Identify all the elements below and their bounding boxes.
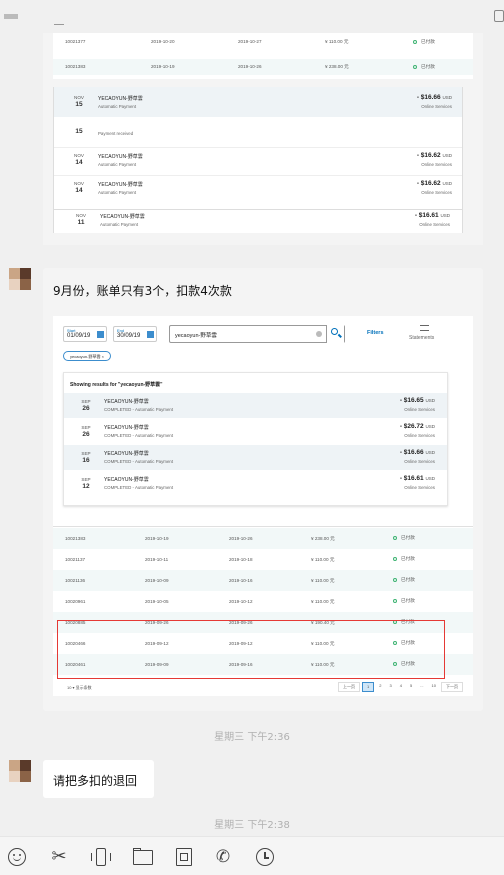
result-row[interactable]: SEP 26 YECAOYUN-野草雲 COMPLETED - Automati… bbox=[64, 419, 447, 444]
result-row[interactable]: SEP 12 YECAOYUN-野草雲 COMPLETED - Automati… bbox=[64, 471, 447, 496]
search-icon[interactable] bbox=[326, 325, 344, 343]
page-button[interactable]: 4 bbox=[397, 682, 405, 692]
message-text: 9月份，账单只有3个，扣款4次款 bbox=[53, 284, 232, 298]
input-toolbar bbox=[0, 836, 504, 875]
message-timestamp: 星期三 下午2:36 bbox=[214, 732, 290, 743]
top-table: 10021377 2019-10-20 2019-10-27 ¥ 110.00 … bbox=[53, 33, 473, 79]
transaction-row: NOV 14 YECAOYUN-野草雲 Automatic Payment - … bbox=[54, 147, 462, 173]
per-page-select[interactable]: 10 ▾ 显示条数 bbox=[67, 685, 92, 691]
message-bubble[interactable]: 9月份，账单只有3个，扣款4次款 Start 01/09/19 End 30/0… bbox=[43, 268, 483, 711]
end-date-field[interactable]: End 30/09/19 bbox=[113, 326, 157, 342]
top-image-message[interactable]: 10021377 2019-10-20 2019-10-27 ¥ 110.00 … bbox=[43, 33, 483, 245]
result-row[interactable]: SEP 26 YECAOYUN-野草雲 COMPLETED - Automati… bbox=[64, 393, 447, 418]
message-timestamp: 星期三 下午2:38 bbox=[214, 820, 290, 831]
table-row: 10021383 2019-10-19 2019-10-26 ¥ 238.00 … bbox=[53, 59, 473, 75]
page-button[interactable]: 3 bbox=[387, 682, 395, 692]
transaction-row: NOV 15 YECAOYUN-野草雲 Automatic Payment - … bbox=[54, 87, 462, 117]
results-title: Showing results for "yecaoyun-野草雲" bbox=[70, 382, 163, 388]
clear-icon[interactable] bbox=[316, 331, 322, 337]
pagination: 上一页 1 2 3 4 5 ... 10 下一页 bbox=[338, 682, 463, 692]
prev-page-button[interactable]: 上一页 bbox=[338, 682, 361, 692]
results-panel: Showing results for "yecaoyun-野草雲" SEP 2… bbox=[63, 372, 448, 506]
calendar-icon[interactable] bbox=[147, 331, 154, 338]
transaction-row: NOV 11 YECAOYUN-野草雲 Automatic Payment - … bbox=[54, 209, 462, 233]
statements-link[interactable]: Statements bbox=[409, 335, 434, 341]
message-text: 请把多扣的退回 bbox=[53, 774, 138, 788]
clock-icon[interactable] bbox=[254, 846, 276, 868]
document-icon[interactable] bbox=[173, 846, 195, 868]
top-avatar-fragment bbox=[4, 14, 18, 19]
page-button[interactable]: 10 bbox=[429, 682, 439, 692]
top-activity-list: NOV 15 YECAOYUN-野草雲 Automatic Payment - … bbox=[53, 87, 463, 233]
statements-icon[interactable] bbox=[420, 325, 429, 331]
search-input[interactable]: yecaoyun-野草雲 bbox=[169, 325, 345, 343]
table-row: 10021136 2019-10-09 2019-10-16 ¥ 110.00 元已付… bbox=[53, 570, 473, 591]
scissors-icon[interactable]: ✂ bbox=[48, 846, 70, 868]
page-ellipsis: ... bbox=[420, 683, 424, 688]
transaction-row: NOV 14 YECAOYUN-野草雲 Automatic Payment - … bbox=[54, 175, 462, 201]
filter-chip[interactable]: yecaoyun-野草雲 × bbox=[63, 351, 111, 361]
folder-icon[interactable] bbox=[132, 846, 154, 868]
embedded-screenshot[interactable]: Start 01/09/19 End 30/09/19 yecaoyun-野草雲… bbox=[53, 316, 473, 696]
page-button[interactable]: 1 bbox=[362, 682, 375, 692]
table-row: 10021377 2019-10-20 2019-10-27 ¥ 110.00 … bbox=[53, 39, 473, 53]
highlight-box bbox=[57, 620, 445, 679]
top-dash bbox=[54, 24, 64, 25]
next-page-button[interactable]: 下一页 bbox=[441, 682, 463, 692]
transaction-row: 15 Payment received bbox=[75, 128, 134, 136]
top-right-icon[interactable] bbox=[494, 10, 504, 22]
result-row[interactable]: SEP 16 YECAOYUN-野草雲 COMPLETED - Automati… bbox=[64, 445, 447, 470]
emoji-icon[interactable] bbox=[6, 846, 28, 868]
avatar[interactable] bbox=[9, 268, 31, 290]
bills-divider bbox=[53, 526, 473, 527]
table-row: 10020961 2019-10-05 2019-10-12 ¥ 110.00 元已付… bbox=[65, 598, 415, 604]
phone-shake-icon[interactable] bbox=[90, 846, 112, 868]
avatar[interactable] bbox=[9, 760, 31, 782]
start-date-field[interactable]: Start 01/09/19 bbox=[63, 326, 107, 342]
page-button[interactable]: 2 bbox=[376, 682, 384, 692]
filters-link[interactable]: Filters bbox=[367, 330, 384, 336]
table-row: 10021383 2019-10-19 2019-10-26 ¥ 238.00 元已付… bbox=[53, 528, 473, 549]
calendar-icon[interactable] bbox=[97, 331, 104, 338]
page-button[interactable]: 5 bbox=[407, 682, 415, 692]
table-row: 10021137 2019-10-11 2019-10-18 ¥ 110.00 元已付… bbox=[65, 556, 415, 562]
message-bubble[interactable]: 请把多扣的退回 bbox=[43, 760, 154, 798]
phone-icon[interactable]: ✆ bbox=[212, 846, 234, 868]
